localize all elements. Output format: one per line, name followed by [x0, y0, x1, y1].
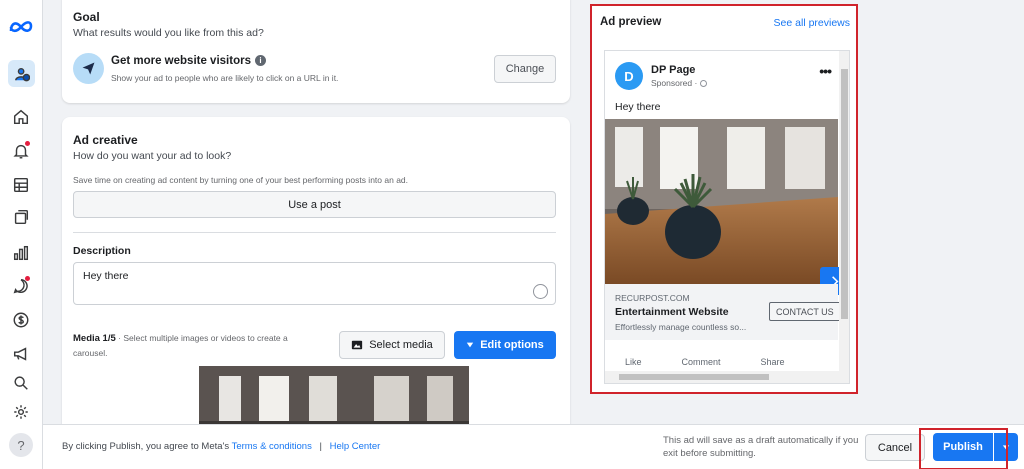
- description-value: Hey there: [83, 270, 129, 282]
- goal-option-title: Get more website visitors: [111, 55, 251, 67]
- ad-preview-card: Ad preview See all previews D DP Page Sp…: [590, 4, 858, 394]
- footer-bar: By clicking Publish, you agree to Meta's…: [43, 424, 1024, 469]
- emoji-icon[interactable]: [533, 284, 548, 299]
- facebook-post-preview: D DP Page Sponsored · ••• Hey there RECU…: [604, 50, 850, 384]
- meta-logo-icon[interactable]: [8, 14, 34, 40]
- divider: [73, 232, 556, 233]
- ad-form: Goal What results would you like from th…: [43, 0, 585, 424]
- settings-icon[interactable]: [8, 399, 34, 425]
- megaphone-icon[interactable]: [8, 341, 34, 367]
- page-avatar[interactable]: [8, 60, 35, 87]
- description-label: Description: [73, 245, 131, 257]
- legal-prefix: By clicking Publish, you agree to Meta's: [62, 441, 232, 452]
- goal-card: Goal What results would you like from th…: [62, 0, 570, 103]
- goal-title: Goal: [73, 10, 100, 24]
- sponsored-label: Sponsored ·: [651, 78, 707, 88]
- pages-icon[interactable]: [8, 204, 34, 230]
- more-options-icon[interactable]: •••: [819, 63, 832, 79]
- goal-option: Get more website visitors i: [111, 55, 266, 67]
- creative-question: How do you want your ad to look?: [73, 150, 232, 162]
- page-avatar-preview: D: [615, 62, 643, 90]
- search-icon[interactable]: [8, 370, 34, 396]
- help-center-link[interactable]: Help Center: [330, 441, 381, 452]
- creative-title: Ad creative: [73, 133, 138, 147]
- vertical-scrollbar[interactable]: [839, 51, 849, 383]
- share-action[interactable]: Share: [761, 357, 785, 371]
- caret-down-icon: [467, 342, 474, 348]
- messages-dot: [25, 276, 30, 281]
- page-name: DP Page: [651, 64, 696, 76]
- change-goal-button[interactable]: Change: [494, 55, 556, 83]
- ad-preview-panel: Ad preview See all previews D DP Page Sp…: [586, 0, 1024, 424]
- sponsored-text: Sponsored: [651, 78, 693, 88]
- link-domain: RECURPOST.COM: [615, 293, 690, 303]
- chart-icon[interactable]: [8, 240, 34, 266]
- edit-options-label: Edit options: [480, 339, 544, 351]
- help-icon[interactable]: ?: [9, 433, 33, 457]
- ad-image: [605, 119, 838, 284]
- info-icon[interactable]: i: [254, 55, 266, 66]
- legal-text: By clicking Publish, you agree to Meta's…: [62, 441, 380, 452]
- table-icon[interactable]: [8, 172, 34, 198]
- goal-option-desc: Show your ad to people who are likely to…: [111, 73, 339, 83]
- scroll-thumb[interactable]: [841, 69, 848, 319]
- edit-options-button[interactable]: Edit options: [454, 331, 556, 359]
- use-post-button[interactable]: Use a post: [73, 191, 556, 218]
- post-actions: Like Comment Share: [625, 357, 835, 371]
- select-media-label: Select media: [369, 339, 433, 351]
- contact-us-button[interactable]: CONTACT US: [769, 302, 843, 321]
- ad-creative-card: Ad creative How do you want your ad to l…: [62, 117, 570, 424]
- description-field[interactable]: Hey there: [73, 262, 556, 305]
- image-icon: [352, 340, 363, 350]
- link-preview-bar: RECURPOST.COM Entertainment Website Effo…: [605, 284, 843, 340]
- post-text: Hey there: [615, 101, 661, 113]
- link-title: Entertainment Website: [615, 306, 729, 318]
- media-thumbnail[interactable]: [199, 366, 469, 424]
- separator: |: [319, 441, 322, 452]
- select-media-button[interactable]: Select media: [339, 331, 445, 359]
- comment-action[interactable]: Comment: [682, 357, 721, 371]
- terms-link[interactable]: Terms & conditions: [232, 441, 312, 452]
- scroll-thumb[interactable]: [619, 374, 769, 380]
- creative-hint: Save time on creating ad content by turn…: [73, 175, 409, 185]
- publish-highlight-box: [919, 428, 1008, 469]
- see-all-previews-link[interactable]: See all previews: [774, 17, 850, 29]
- draft-note: This ad will save as a draft automatical…: [663, 435, 859, 459]
- messages-icon[interactable]: [8, 273, 34, 299]
- globe-icon: [699, 80, 707, 87]
- notification-dot: [25, 141, 30, 146]
- link-description: Effortlessly manage countless so...: [615, 322, 747, 332]
- home-icon[interactable]: [8, 104, 34, 130]
- ad-preview-title: Ad preview: [600, 16, 662, 28]
- horizontal-scrollbar[interactable]: [605, 371, 839, 383]
- media-label-block: Media 1/5 · Select multiple images or vi…: [73, 331, 313, 360]
- dollar-icon[interactable]: [8, 307, 34, 333]
- left-nav-rail: ?: [0, 0, 43, 469]
- like-action[interactable]: Like: [625, 357, 642, 371]
- cancel-button[interactable]: Cancel: [865, 434, 925, 461]
- paper-plane-icon: [73, 53, 104, 84]
- notifications-icon[interactable]: [8, 138, 34, 164]
- goal-question: What results would you like from this ad…: [73, 27, 264, 39]
- media-count: Media 1/5: [73, 333, 116, 344]
